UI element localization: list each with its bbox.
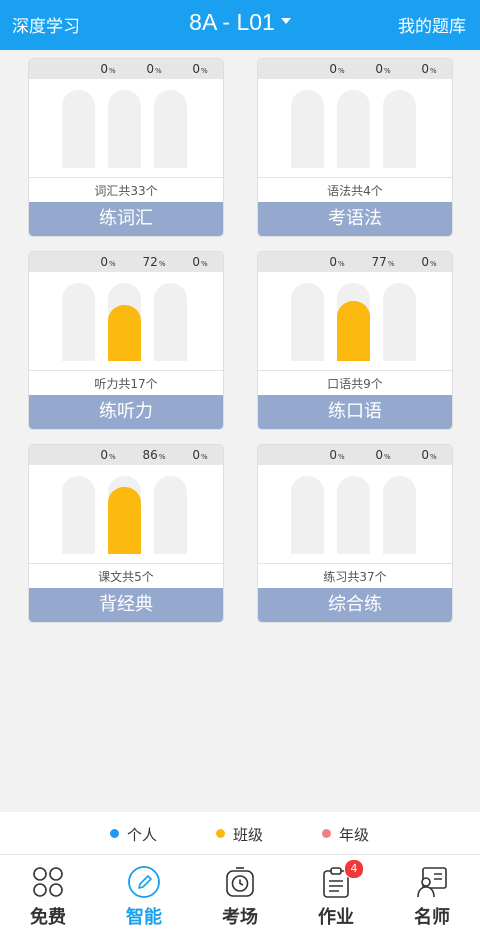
class-percent: 86%: [142, 448, 166, 462]
grade-column: [383, 90, 416, 168]
grade-column: [154, 476, 187, 554]
practice-listening-button[interactable]: 练听力: [29, 395, 223, 429]
grade-percent: 0%: [192, 255, 208, 269]
text-card: 0% 86% 0% 课文共5个 背经典: [29, 445, 223, 622]
recite-classics-button[interactable]: 背经典: [29, 588, 223, 622]
item-count: 语法共4个: [327, 184, 383, 198]
personal-percent: 0%: [100, 448, 116, 462]
test-grammar-button[interactable]: 考语法: [258, 202, 452, 236]
personal-column: [291, 90, 324, 168]
stopwatch-icon: [226, 867, 254, 897]
percent-row: 0% 86% 0%: [29, 445, 223, 465]
grade-column: [383, 476, 416, 554]
practice-vocabulary-button[interactable]: 练词汇: [29, 202, 223, 236]
class-percent: 0%: [375, 62, 391, 76]
percent-row: 0% 72% 0%: [29, 252, 223, 272]
personal-percent: 0%: [329, 448, 345, 462]
tab-homework[interactable]: 4 作业: [288, 855, 384, 935]
divider: [258, 563, 452, 564]
top-bar: 深度学习 8A - L01 我的题库: [0, 0, 480, 50]
item-count: 听力共17个: [94, 377, 158, 391]
legend-class: 班级: [216, 824, 263, 845]
legend-personal: 个人: [110, 824, 157, 845]
grade-percent: 0%: [421, 62, 437, 76]
item-count: 口语共9个: [327, 377, 383, 391]
divider: [29, 563, 223, 564]
class-column: [337, 476, 370, 554]
grade-percent: 0%: [421, 448, 437, 462]
personal-percent: 0%: [100, 62, 116, 76]
percent-row: 0% 0% 0%: [258, 445, 452, 465]
vocabulary-card: 0% 0% 0% 词汇共33个 练词汇: [29, 59, 223, 236]
item-count: 练习共37个: [323, 570, 387, 584]
divider: [29, 370, 223, 371]
grade-column: [383, 283, 416, 361]
tab-label: 智能: [126, 907, 162, 928]
divider: [258, 370, 452, 371]
grade-column: [154, 90, 187, 168]
personal-column: [62, 90, 95, 168]
percent-row: 0% 0% 0%: [29, 59, 223, 79]
class-percent: 0%: [146, 62, 162, 76]
class-column: [108, 476, 141, 554]
class-percent: 77%: [371, 255, 395, 269]
tab-exam-room[interactable]: 考场: [192, 855, 288, 935]
grade-percent: 0%: [192, 62, 208, 76]
teacher-board-icon: [417, 867, 447, 898]
listening-card: 0% 72% 0% 听力共17个 练听力: [29, 252, 223, 429]
personal-column: [62, 283, 95, 361]
personal-column: [291, 476, 324, 554]
percent-row: 0% 0% 0%: [258, 59, 452, 79]
grade-column: [154, 283, 187, 361]
item-count: 课文共5个: [98, 570, 154, 584]
homework-badge: 4: [344, 859, 364, 879]
legend-grade: 年级: [322, 824, 369, 845]
tab-free[interactable]: 免费: [0, 855, 96, 935]
tab-label: 免费: [30, 907, 66, 928]
tab-label: 考场: [222, 907, 258, 928]
caret-down-icon: [280, 17, 291, 24]
grammar-card: 0% 0% 0% 语法共4个 考语法: [258, 59, 452, 236]
practice-speaking-button[interactable]: 练口语: [258, 395, 452, 429]
class-column: [108, 90, 141, 168]
grade-percent: 0%: [421, 255, 437, 269]
divider: [29, 177, 223, 178]
tab-label: 名师: [414, 907, 450, 928]
class-progress-fill: [108, 304, 141, 361]
tab-smart[interactable]: 智能: [96, 855, 192, 935]
class-percent: 0%: [375, 448, 391, 462]
percent-row: 0% 77% 0%: [258, 252, 452, 272]
four-leaf-icon: [33, 867, 63, 897]
tab-famous-teacher[interactable]: 名师: [384, 855, 480, 935]
personal-percent: 0%: [329, 255, 345, 269]
class-column: [337, 90, 370, 168]
speaking-card: 0% 77% 0% 口语共9个 练口语: [258, 252, 452, 429]
class-progress-fill: [337, 300, 370, 361]
class-column: [337, 283, 370, 361]
pencil-circle-icon: [128, 866, 160, 898]
class-percent: 72%: [142, 255, 166, 269]
comprehensive-practice-button[interactable]: 综合练: [258, 588, 452, 622]
personal-column: [62, 476, 95, 554]
blue-dot-icon: [110, 829, 119, 838]
pink-dot-icon: [322, 829, 331, 838]
legend: 个人 班级 年级: [0, 812, 480, 854]
tab-label: 作业: [318, 907, 354, 928]
yellow-dot-icon: [216, 829, 225, 838]
class-progress-fill: [108, 486, 141, 554]
personal-percent: 0%: [329, 62, 345, 76]
divider: [258, 177, 452, 178]
lesson-title: 8A - L01: [189, 9, 275, 35]
personal-column: [291, 283, 324, 361]
my-question-bank-link[interactable]: 我的题库: [398, 12, 466, 37]
personal-percent: 0%: [100, 255, 116, 269]
grade-percent: 0%: [192, 448, 208, 462]
class-column: [108, 283, 141, 361]
bottom-tab-bar: 免费 智能 考场 4 作业 名师: [0, 854, 480, 935]
item-count: 词汇共33个: [94, 184, 158, 198]
exercise-card: 0% 0% 0% 练习共37个 综合练: [258, 445, 452, 622]
